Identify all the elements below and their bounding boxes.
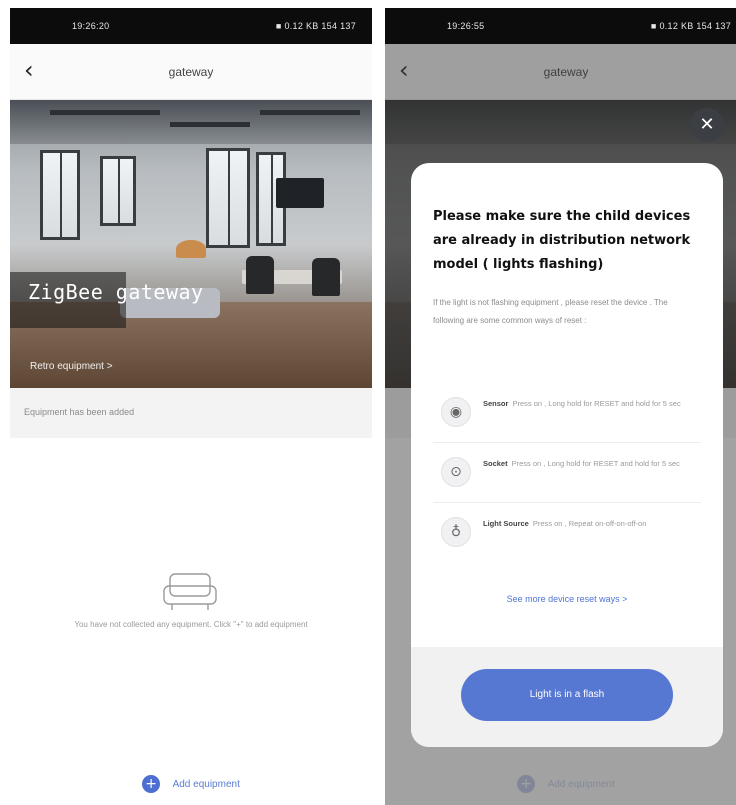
info-strip: Equipment has been added: [10, 388, 372, 438]
device-reset-text: Socket Press on , Long hold for RESET and…: [483, 457, 695, 471]
window-shape: [100, 156, 136, 226]
socket-icon: ⊙: [441, 457, 471, 487]
device-reset-text: Light Source Press on , Repeat on-off-on-…: [483, 517, 695, 531]
lamp-shape: [176, 240, 206, 258]
device-instructions: Press on , Long hold for RESET and hold …: [512, 399, 681, 408]
chair-shape: [312, 258, 340, 296]
beam-shape: [50, 110, 160, 115]
add-equipment-label: Add equipment: [172, 778, 240, 790]
device-name: Light Source: [483, 519, 529, 528]
info-strip-text: Equipment has been added: [24, 407, 135, 417]
modal-footer: Light is in a flash: [411, 647, 723, 747]
status-indicators: ■ 0.12 KB 154 137: [650, 21, 731, 31]
list-item: ⊙ Socket Press on , Long hold for RESET a…: [433, 443, 701, 503]
tv-shape: [276, 178, 324, 208]
phone-screen-gateway: 19:26:20 ■ 0.12 KB 154 137 ‹ gateway Zig…: [10, 8, 372, 805]
list-item: ◉ Sensor Press on , Long hold for RESET a…: [433, 383, 701, 443]
beam-shape: [170, 122, 250, 127]
modal-description: If the light is not flashing equipment ,…: [433, 298, 668, 325]
light-flashing-button[interactable]: Light is in a flash: [461, 669, 673, 721]
reset-instructions-modal: Please make sure the child devices are a…: [411, 163, 723, 747]
hero-title: ZigBee gateway: [28, 280, 204, 304]
status-bar: 19:26:20 ■ 0.12 KB 154 137: [10, 8, 372, 44]
add-equipment-button[interactable]: + Add equipment: [10, 775, 372, 797]
window-shape: [40, 150, 80, 240]
retro-equipment-link[interactable]: Retro equipment >: [30, 361, 113, 372]
status-bar: 19:26:55 ■ 0.12 KB 154 137: [385, 8, 736, 44]
window-shape: [206, 148, 250, 248]
status-time: 19:26:20: [72, 21, 110, 31]
more-reset-ways-link[interactable]: See more device reset ways >: [411, 594, 723, 604]
phone-screen-gateway-modal: 19:26:55 ■ 0.12 KB 154 137 ‹ gateway + A…: [385, 8, 736, 805]
beam-shape: [260, 110, 360, 115]
sensor-icon: ◉: [441, 397, 471, 427]
device-reset-list: ◉ Sensor Press on , Long hold for RESET a…: [433, 383, 701, 563]
plus-icon: +: [142, 775, 161, 793]
device-instructions: Press on , Repeat on-off-on-off-on: [532, 519, 647, 528]
device-name: Sensor: [483, 399, 509, 408]
bulb-icon: ♁: [441, 517, 471, 547]
device-name: Socket: [483, 459, 508, 468]
list-item: ♁ Light Source Press on , Repeat on-off-o…: [433, 503, 701, 563]
hero-image: ZigBee gateway Retro equipment >: [10, 100, 372, 388]
page-title: gateway: [168, 65, 214, 79]
status-time: 19:26:55: [447, 21, 485, 31]
modal-title: Please make sure the child devices are a…: [433, 209, 691, 272]
sofa-icon: [163, 573, 217, 610]
status-indicators: ■ 0.12 KB 154 137: [275, 21, 356, 31]
device-reset-text: Sensor Press on , Long hold for RESET and…: [483, 397, 695, 411]
device-instructions: Press on , Long hold for RESET and hold …: [511, 459, 680, 468]
nav-bar: ‹ gateway: [10, 44, 372, 100]
close-icon[interactable]: ✕: [690, 108, 724, 142]
chair-shape: [246, 256, 274, 294]
empty-state-text: You have not collected any equipment. Cl…: [74, 620, 308, 629]
